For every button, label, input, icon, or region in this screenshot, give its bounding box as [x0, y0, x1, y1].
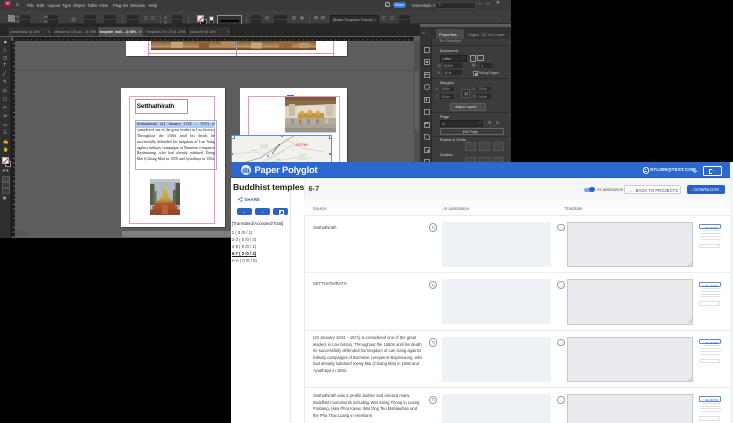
svg-text:VITTIA: VITTIA — [296, 143, 308, 147]
svg-text:th kh: th kh — [276, 158, 282, 161]
svg-text:ban n: ban n — [252, 150, 258, 152]
